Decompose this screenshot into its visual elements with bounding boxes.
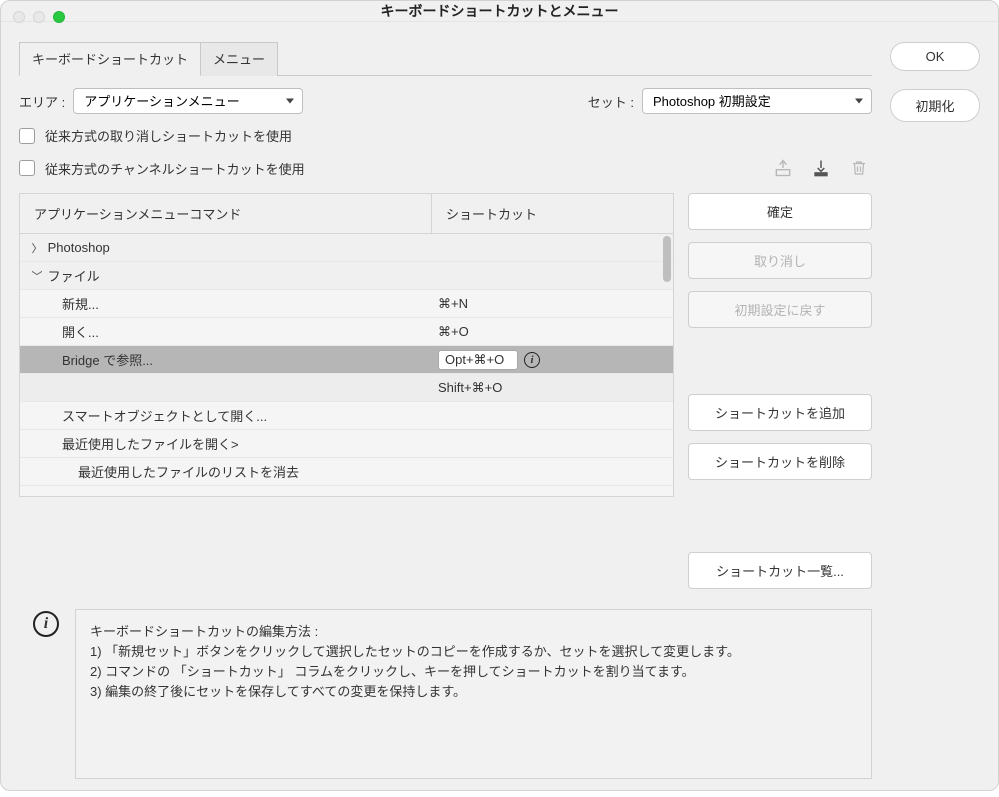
table-body: 〉 Photoshop ﹀ ファイル 新規... ⌘+N xyxy=(19,233,674,497)
command-row-browse-in-bridge[interactable]: Bridge で参照... Opt+⌘+O i xyxy=(20,346,673,374)
info-line: 1) 「新規セット」ボタンをクリックして選択したセットのコピーを作成するか、セッ… xyxy=(90,644,740,659)
shortcuts-table-area: アプリケーションメニューコマンド ショートカット 〉 Photoshop ﹀ フ… xyxy=(19,193,872,589)
info-icon: i xyxy=(33,611,59,637)
dialog-window: キーボードショートカットとメニュー キーボードショートカット メニュー エリア … xyxy=(0,0,999,791)
legacy-undo-label: 従来方式の取り消しショートカットを使用 xyxy=(45,126,292,145)
command-row-open-smart-object[interactable]: スマートオブジェクトとして開く... xyxy=(20,402,673,430)
info-panel: i キーボードショートカットの編集方法 : 1) 「新規セット」ボタンをクリック… xyxy=(19,609,872,779)
accept-button[interactable]: 確定 xyxy=(688,193,872,230)
area-select-wrap: アプリケーションメニュー xyxy=(73,88,303,114)
shortcuts-table: アプリケーションメニューコマンド ショートカット 〉 Photoshop ﹀ フ… xyxy=(19,193,674,589)
command-row-open-recent[interactable]: 最近使用したファイルを開く> xyxy=(20,430,673,458)
traffic-lights xyxy=(13,11,65,23)
tab-menus[interactable]: メニュー xyxy=(201,42,278,76)
summarize-button[interactable]: ショートカット一覧... xyxy=(688,552,872,589)
minimize-window-button[interactable] xyxy=(33,11,45,23)
area-set-row: エリア : アプリケーションメニュー セット : Photoshop 初期設定 xyxy=(19,88,872,114)
info-text: キーボードショートカットの編集方法 : 1) 「新規セット」ボタンをクリックして… xyxy=(75,609,872,779)
save-set-as-icon[interactable] xyxy=(772,157,794,179)
reset-button[interactable]: 初期化 xyxy=(890,89,980,122)
legacy-channel-row: 従来方式のチャンネルショートカットを使用 xyxy=(19,157,872,179)
chevron-right-icon: 〉 xyxy=(30,240,44,256)
info-line: 3) 編集の終了後にセットを保存してすべての変更を保持します。 xyxy=(90,684,466,699)
command-label: スマートオブジェクトとして開く... xyxy=(62,406,267,425)
set-select-wrap: Photoshop 初期設定 xyxy=(642,88,872,114)
command-label: 最近使用したファイルを開く> xyxy=(62,434,239,453)
command-row-new[interactable]: 新規... ⌘+N xyxy=(20,290,673,318)
column-command: アプリケーションメニューコマンド xyxy=(20,194,432,233)
window-title: キーボードショートカットとメニュー xyxy=(381,1,619,21)
dialog-content: キーボードショートカット メニュー エリア : アプリケーションメニュー セット… xyxy=(1,22,998,797)
shortcut-input[interactable]: Opt+⌘+O xyxy=(438,350,518,370)
column-shortcut: ショートカット xyxy=(432,194,673,233)
area-label: エリア : xyxy=(19,92,65,111)
delete-shortcut-button[interactable]: ショートカットを削除 xyxy=(688,443,872,480)
zoom-window-button[interactable] xyxy=(53,11,65,23)
undo-button[interactable]: 取り消し xyxy=(688,242,872,279)
right-pane: OK 初期化 xyxy=(890,42,980,779)
chevron-down-icon: ﹀ xyxy=(30,268,44,284)
add-shortcut-button[interactable]: ショートカットを追加 xyxy=(688,394,872,431)
info-line: 2) コマンドの 「ショートカット」 コラムをクリックし、キーを押してショートカ… xyxy=(90,664,695,679)
info-heading: キーボードショートカットの編集方法 : xyxy=(90,624,318,639)
close-window-button[interactable] xyxy=(13,11,25,23)
legacy-channel-checkbox[interactable] xyxy=(19,160,35,176)
shortcut-text: Shift+⌘+O xyxy=(438,380,502,396)
legacy-undo-row: 従来方式の取り消しショートカットを使用 xyxy=(19,126,872,145)
table-side-buttons: 確定 取り消し 初期設定に戻す ショートカットを追加 ショートカットを削除 ショ… xyxy=(688,193,872,589)
tab-bar: キーボードショートカット メニュー xyxy=(19,42,872,76)
use-default-button[interactable]: 初期設定に戻す xyxy=(688,291,872,328)
command-label: 新規... xyxy=(62,294,99,313)
command-row-open[interactable]: 開く... ⌘+O xyxy=(20,318,673,346)
delete-set-icon[interactable] xyxy=(848,157,870,179)
legacy-undo-checkbox[interactable] xyxy=(19,128,35,144)
table-header: アプリケーションメニューコマンド ショートカット xyxy=(19,193,674,233)
command-row-extra-shortcut[interactable]: Shift+⌘+O xyxy=(20,374,673,402)
scrollbar-thumb[interactable] xyxy=(663,236,671,282)
command-label: 開く... xyxy=(62,322,99,341)
command-label: Bridge で参照... xyxy=(62,350,153,369)
save-set-icon[interactable] xyxy=(810,157,832,179)
table-scroll[interactable]: 〉 Photoshop ﹀ ファイル 新規... ⌘+N xyxy=(20,234,673,496)
command-label: 最近使用したファイルのリストを消去 xyxy=(78,462,299,481)
titlebar: キーボードショートカットとメニュー xyxy=(1,1,998,22)
shortcut-text: ⌘+N xyxy=(438,296,468,312)
command-row-clear-recent[interactable]: 最近使用したファイルのリストを消去 xyxy=(20,458,673,486)
info-icon[interactable]: i xyxy=(524,352,540,368)
legacy-channel-label: 従来方式のチャンネルショートカットを使用 xyxy=(45,159,305,178)
group-photoshop[interactable]: 〉 Photoshop xyxy=(20,234,673,262)
tab-keyboard-shortcuts[interactable]: キーボードショートカット xyxy=(19,42,201,76)
group-label: ファイル xyxy=(48,266,100,285)
shortcut-text: ⌘+O xyxy=(438,324,469,340)
ok-button[interactable]: OK xyxy=(890,42,980,71)
set-toolbar xyxy=(772,157,870,179)
area-select[interactable]: アプリケーションメニュー xyxy=(73,88,303,114)
group-label: Photoshop xyxy=(48,240,110,255)
group-file[interactable]: ﹀ ファイル xyxy=(20,262,673,290)
set-label: セット : xyxy=(588,92,634,111)
left-pane: キーボードショートカット メニュー エリア : アプリケーションメニュー セット… xyxy=(19,42,872,779)
set-select[interactable]: Photoshop 初期設定 xyxy=(642,88,872,114)
